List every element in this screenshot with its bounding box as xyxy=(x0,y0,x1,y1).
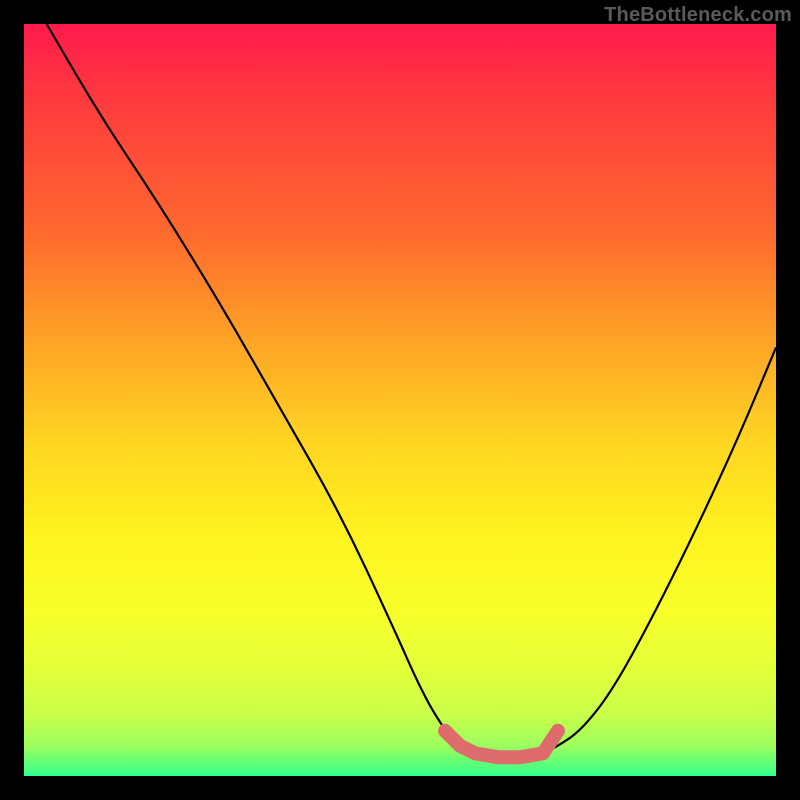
optimal-region-underlay xyxy=(445,731,558,757)
chart-svg xyxy=(24,24,776,776)
watermark-text: TheBottleneck.com xyxy=(604,4,792,27)
chart-frame: TheBottleneck.com xyxy=(0,0,800,800)
bottleneck-curve xyxy=(47,24,776,757)
plot-area xyxy=(24,24,776,776)
